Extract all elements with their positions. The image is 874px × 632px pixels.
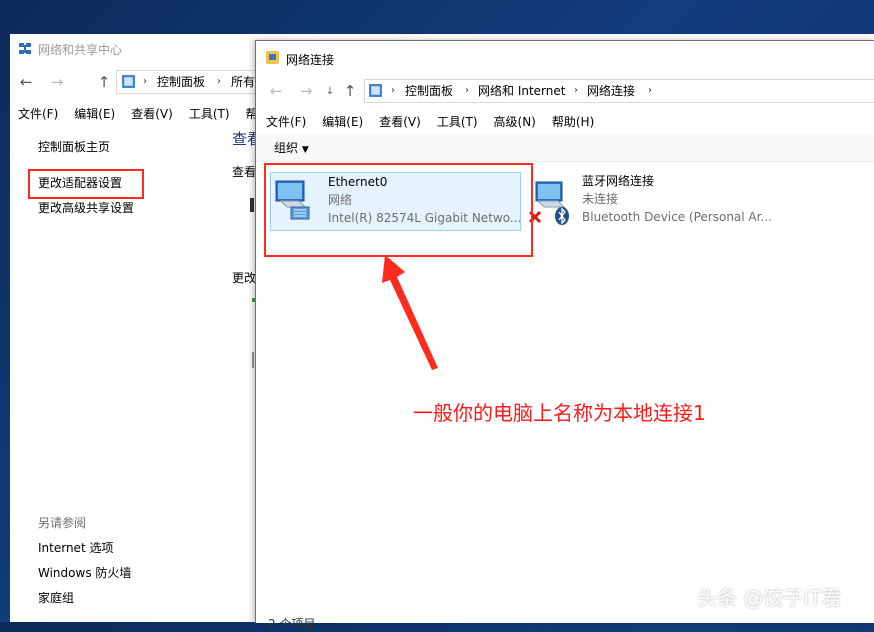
- menu-tools[interactable]: 工具(T): [429, 112, 486, 132]
- breadcrumb-separator: ›: [143, 76, 147, 87]
- menu-view[interactable]: 查看(V): [123, 104, 181, 124]
- organize-label: 组织: [274, 141, 299, 155]
- watermark: 头条 @饺子IT君: [697, 586, 842, 610]
- network-icon-fragment: [250, 198, 254, 212]
- status-item-count: 2 个项目: [268, 617, 316, 631]
- menu-help[interactable]: 帮助(H): [544, 112, 602, 132]
- change-settings-label: 更改: [232, 271, 257, 285]
- organize-button[interactable]: 组织 ▼: [274, 139, 309, 156]
- window-title: 网络连接: [286, 53, 335, 67]
- adapter-name: 蓝牙网络连接: [582, 174, 655, 188]
- up-button[interactable]: ↑: [94, 72, 114, 92]
- annotation-text: 一般你的电脑上名称为本地连接1: [413, 401, 706, 425]
- breadcrumb-separator: ›: [391, 85, 395, 96]
- sidebar: 控制面板主页 更改适配器设置 更改高级共享设置 另请参阅 Internet 选项…: [10, 130, 250, 622]
- view-networks-label: 查看: [232, 165, 257, 179]
- bluetooth-adapter-icon: [528, 181, 569, 225]
- highlight-box-adapter-settings: [28, 169, 144, 199]
- breadcrumb-separator: ›: [217, 76, 221, 87]
- breadcrumb-network-internet[interactable]: 网络和 Internet: [478, 80, 565, 102]
- back-button[interactable]: ←: [16, 72, 36, 92]
- breadcrumb-control-panel[interactable]: 控制面板: [157, 71, 205, 93]
- breadcrumb-control-panel[interactable]: 控制面板: [405, 80, 453, 102]
- sidebar-item-control-panel-home[interactable]: 控制面板主页: [38, 139, 110, 155]
- menu-bar: 文件(F) 编辑(E) 查看(V) 工具(T) 高级(N) 帮助(H): [258, 112, 602, 132]
- breadcrumb-separator: ›: [648, 85, 652, 96]
- see-also-title: 另请参阅: [38, 516, 87, 530]
- network-connections-window: 网络连接 ← → ↓ ↑ › 控制面板 › 网络和 Internet › 网络连…: [255, 40, 874, 631]
- adapter-network: 未连接: [582, 192, 619, 206]
- breadcrumb-network-connections[interactable]: 网络连接: [587, 80, 635, 102]
- back-button[interactable]: ←: [266, 81, 286, 101]
- menu-bar: 文件(F) 编辑(E) 查看(V) 工具(T) 帮: [10, 104, 266, 124]
- highlight-box-ethernet0: [264, 163, 533, 257]
- menu-edit[interactable]: 编辑(E): [314, 112, 371, 132]
- recent-locations-button[interactable]: ↓: [320, 82, 340, 102]
- forward-button[interactable]: →: [296, 81, 316, 101]
- address-bar[interactable]: › 控制面板 › 网络和 Internet › 网络连接 ›: [364, 79, 874, 103]
- adapter-bluetooth[interactable]: 蓝牙网络连接 未连接 Bluetooth Device (Personal Ar…: [526, 172, 776, 229]
- forward-button[interactable]: →: [47, 72, 67, 92]
- icon-fragment: [252, 352, 254, 368]
- see-also-windows-firewall[interactable]: Windows 防火墙: [38, 565, 131, 581]
- sidebar-item-advanced-sharing[interactable]: 更改高级共享设置: [38, 200, 134, 216]
- menu-view[interactable]: 查看(V): [371, 112, 429, 132]
- annotation-arrow-icon: [382, 255, 438, 370]
- window-title: 网络和共享中心: [38, 43, 123, 57]
- menu-advanced[interactable]: 高级(N): [486, 112, 544, 132]
- network-connections-icon: [266, 51, 279, 64]
- see-also-homegroup[interactable]: 家庭组: [38, 590, 74, 606]
- breadcrumb-separator: ›: [574, 85, 578, 96]
- menu-file[interactable]: 文件(F): [258, 112, 314, 132]
- control-panel-icon: [369, 84, 382, 97]
- network-center-icon: [19, 43, 31, 54]
- adapter-device: Bluetooth Device (Personal Ar...: [582, 210, 772, 224]
- control-panel-icon: [122, 75, 135, 88]
- command-bar: 组织 ▼: [256, 134, 874, 162]
- menu-file[interactable]: 文件(F): [10, 104, 66, 124]
- breadcrumb-all[interactable]: 所有: [231, 71, 255, 93]
- chevron-down-icon: ▼: [301, 145, 309, 155]
- breadcrumb-separator: ›: [465, 85, 469, 96]
- see-also-internet-options[interactable]: Internet 选项: [38, 540, 113, 556]
- menu-tools[interactable]: 工具(T): [181, 104, 238, 124]
- menu-edit[interactable]: 编辑(E): [66, 104, 123, 124]
- up-button[interactable]: ↑: [340, 81, 360, 101]
